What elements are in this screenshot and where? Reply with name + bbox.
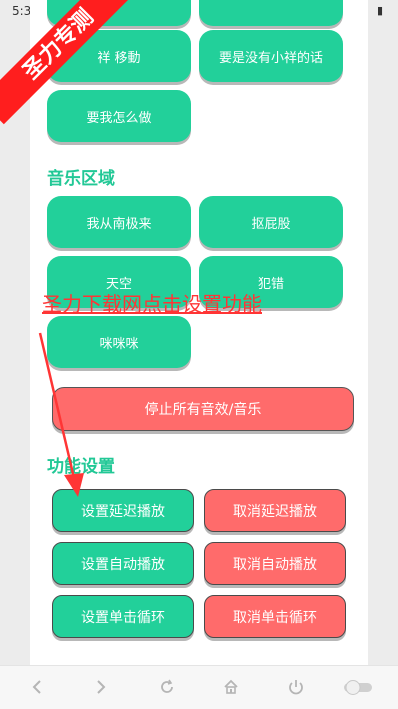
function-section-title: 功能设置 [47, 457, 115, 477]
overlay-annotation: 圣力下载网点击设置功能 [42, 292, 262, 316]
corner-ribbon: 圣力专测 [0, 0, 130, 130]
ribbon-label: 圣力专测 [0, 0, 130, 125]
cancel-delay-play-button[interactable]: 取消延迟播放 [204, 489, 346, 532]
set-loop-play-button[interactable]: 设置单击循环 [52, 595, 194, 638]
power-icon[interactable] [285, 676, 307, 698]
toggle-icon[interactable] [342, 676, 374, 698]
music-button-mimimi[interactable]: 咪咪咪 [47, 316, 191, 368]
music-button-south-pole[interactable]: 我从南极来 [47, 196, 191, 248]
music-section-title: 音乐区域 [47, 169, 115, 189]
sound-button-without-xiang[interactable]: 要是没有小祥的话 [199, 30, 343, 82]
stop-all-button[interactable]: 停止所有音效/音乐 [52, 387, 354, 431]
forward-icon[interactable] [90, 676, 112, 698]
home-icon[interactable] [220, 676, 242, 698]
back-icon[interactable] [26, 676, 48, 698]
set-delay-play-button[interactable]: 设置延迟播放 [52, 489, 194, 532]
cancel-auto-play-button[interactable]: 取消自动播放 [204, 542, 346, 585]
set-auto-play-button[interactable]: 设置自动播放 [52, 542, 194, 585]
sound-button-partial-2[interactable] [199, 0, 343, 26]
music-button-kou-pigu[interactable]: 抠屁股 [199, 196, 343, 248]
navigation-bar [0, 665, 398, 709]
cancel-loop-play-button[interactable]: 取消单击循环 [204, 595, 346, 638]
refresh-icon[interactable] [156, 676, 178, 698]
